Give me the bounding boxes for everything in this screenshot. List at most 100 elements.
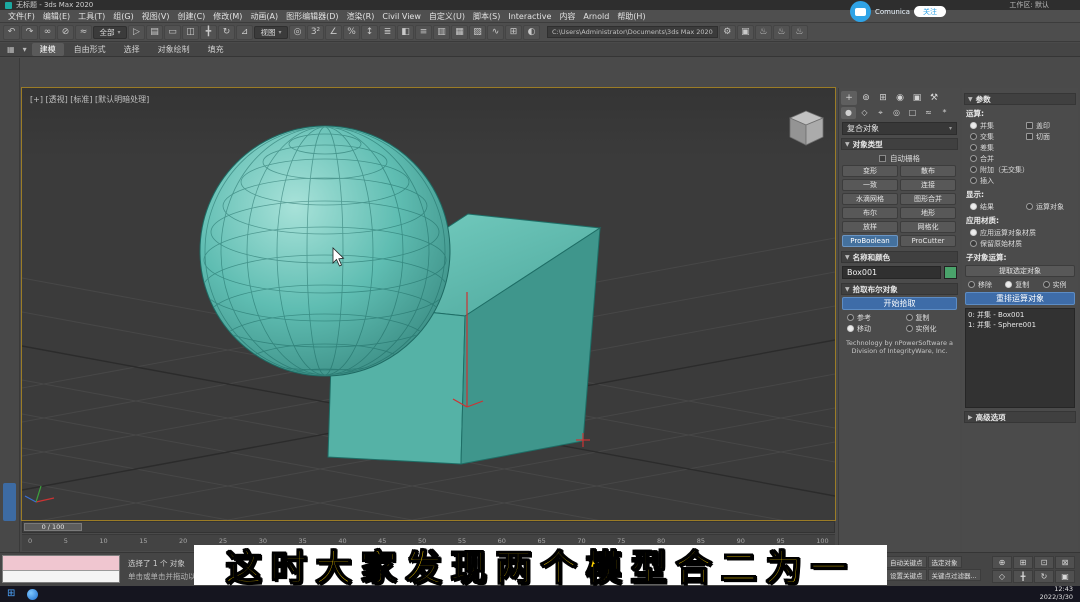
render-last-icon[interactable]: ♨ (790, 24, 808, 40)
cameras-category[interactable]: ◎ (889, 107, 904, 119)
set-key-button[interactable]: 设置关键点 (886, 569, 927, 581)
menu-item[interactable]: 帮助(H) (613, 11, 649, 22)
ribbon-caret-icon[interactable]: ▾ (20, 45, 30, 54)
ribbon-tab[interactable]: 选择 (116, 43, 148, 56)
object-type-button[interactable]: 变形 (842, 165, 898, 177)
material-mode-radio[interactable]: 应用运算对象材质 (964, 227, 1076, 238)
start-button-icon[interactable]: ⊞ (7, 589, 15, 599)
menu-item[interactable]: 视图(V) (138, 11, 174, 22)
system-clock[interactable]: 12:43 2022/3/30 (1040, 585, 1073, 602)
window-crossing-icon[interactable]: ◫ (182, 24, 199, 40)
select-and-rotate-icon[interactable]: ↻ (218, 24, 235, 40)
select-and-scale-icon[interactable]: ⊿ (236, 24, 253, 40)
object-type-button[interactable]: 地形 (900, 207, 956, 219)
rectangular-selection-icon[interactable]: ▭ (164, 24, 181, 40)
menu-item[interactable]: 创建(C) (173, 11, 209, 22)
viewport-canvas[interactable] (22, 88, 835, 520)
ribbon-tab[interactable]: 填充 (200, 43, 232, 56)
object-type-button[interactable]: 图形合并 (900, 193, 956, 205)
extract-mode-radio[interactable]: 移除 (964, 279, 1001, 290)
workspace-selector[interactable]: 工作区: 默认 (1009, 0, 1049, 10)
start-picking-button[interactable]: 开始拾取 (842, 297, 957, 310)
reference-coordinate-dropdown[interactable]: 视图 (254, 25, 288, 39)
zoom-all-icon[interactable]: ⊞ (1013, 556, 1033, 569)
select-by-name-icon[interactable]: ▤ (146, 24, 163, 40)
operation-radio[interactable]: 并集 (964, 120, 1020, 131)
schematic-view-icon[interactable]: ⊞ (505, 24, 522, 40)
time-slider[interactable]: 0 / 100 (22, 521, 835, 533)
render-frame-icon[interactable]: ▣ (736, 24, 754, 40)
viewport-label[interactable]: [+] [透视] [标准] [默认明暗处理] (30, 94, 149, 105)
extract-mode-radio[interactable]: 实例 (1039, 279, 1076, 290)
render-iterative-icon[interactable]: ♨ (772, 24, 790, 40)
key-filters-button[interactable]: 关键点过滤器... (927, 569, 981, 581)
operation-radio[interactable]: 交集 (964, 131, 1020, 142)
viewport-layout-tab[interactable] (3, 483, 16, 521)
operation-radio[interactable] (1020, 142, 1076, 153)
hierarchy-tab[interactable]: ⊞ (875, 91, 891, 105)
material-mode-radio[interactable]: 保留原始材质 (964, 238, 1076, 249)
object-type-button[interactable]: 网格化 (900, 221, 956, 233)
operation-radio[interactable]: 插入 (964, 175, 1076, 186)
render-setup-icon[interactable]: ⚙ (718, 24, 736, 40)
listener-script-row[interactable] (3, 570, 119, 582)
maximize-viewport-icon[interactable]: ▣ (1055, 570, 1075, 583)
extract-selected-button[interactable]: 提取选定对象 (965, 265, 1075, 277)
object-type-button[interactable]: ProCutter (900, 235, 956, 247)
clone-mode-radio[interactable]: 参考 (841, 312, 900, 323)
angle-snap-icon[interactable]: ∠ (325, 24, 342, 40)
zoom-icon[interactable]: ⊕ (992, 556, 1012, 569)
orbit-icon[interactable]: ↻ (1034, 570, 1054, 583)
utilities-tab[interactable]: ⚒ (926, 91, 942, 105)
menu-item[interactable]: 动画(A) (246, 11, 282, 22)
edit-selection-set-icon[interactable]: ≣ (379, 24, 396, 40)
menu-item[interactable]: 渲染(R) (343, 11, 379, 22)
clone-mode-radio[interactable]: 移动 (841, 323, 900, 334)
operand-list-item[interactable]: 1: 并集 - Sphere001 (968, 320, 1072, 330)
object-name-field[interactable]: Box001 (842, 266, 941, 279)
object-type-button[interactable]: 水滴网格 (842, 193, 898, 205)
scene-explorer-icon[interactable]: ▥ (433, 24, 450, 40)
object-type-button[interactable]: 一致 (842, 179, 898, 191)
follow-button[interactable]: 关注 (913, 6, 946, 17)
menu-item[interactable]: Civil View (378, 12, 425, 21)
motion-tab[interactable]: ◉ (892, 91, 908, 105)
fov-icon[interactable]: ◇ (992, 570, 1012, 583)
layer-manager-icon[interactable]: ▦ (451, 24, 468, 40)
helpers-category[interactable]: □ (905, 107, 920, 119)
menu-item[interactable]: 图形编辑器(D) (282, 11, 342, 22)
operation-radio[interactable]: 盖印 (1020, 120, 1076, 131)
spacewarps-category[interactable]: ≈ (921, 107, 936, 119)
display-mode-radio[interactable]: 结果 (964, 201, 1020, 212)
mirror-icon[interactable]: ◧ (397, 24, 414, 40)
snap-toggle-icon[interactable]: 3² (307, 24, 324, 40)
percent-snap-icon[interactable]: % (343, 24, 360, 40)
select-and-move-icon[interactable]: ╋ (200, 24, 217, 40)
ribbon-tab[interactable]: 自由形式 (66, 43, 114, 56)
autogrid-checkbox[interactable] (879, 154, 886, 162)
redo-icon[interactable]: ↷ (21, 24, 38, 40)
ribbon-tab[interactable]: 对象绘制 (150, 43, 198, 56)
undo-icon[interactable]: ↶ (3, 24, 20, 40)
menu-item[interactable]: 工具(T) (74, 11, 109, 22)
clone-mode-radio[interactable]: 实例化 (900, 323, 959, 334)
object-type-button[interactable]: 散布 (900, 165, 956, 177)
operand-listbox[interactable]: 0: 并集 - Box001 1: 并集 - Sphere001 (965, 308, 1075, 408)
unlink-icon[interactable]: ⊘ (57, 24, 74, 40)
pan-icon[interactable]: ╋ (1013, 570, 1033, 583)
align-icon[interactable]: ≡ (415, 24, 432, 40)
display-mode-radio[interactable]: 运算对象 (1020, 201, 1076, 212)
extract-mode-radio[interactable]: 复制 (1001, 279, 1038, 290)
menu-item[interactable]: Arnold (579, 12, 613, 21)
zoom-extents-all-icon[interactable]: ⊠ (1055, 556, 1075, 569)
ribbon-toggle-icon[interactable]: ▧ (469, 24, 486, 40)
project-folder-path[interactable]: C:\Users\Administrator\Documents\3ds Max… (547, 26, 718, 38)
menu-item[interactable]: 自定义(U) (425, 11, 469, 22)
menu-item[interactable]: 内容 (555, 11, 579, 22)
use-pivot-icon[interactable]: ◎ (289, 24, 306, 40)
operation-radio[interactable] (1020, 153, 1076, 164)
bind-to-spacewarp-icon[interactable]: ≈ (75, 24, 92, 40)
selection-filter-dropdown[interactable]: 全部 (93, 25, 127, 39)
render-production-icon[interactable]: ♨ (754, 24, 772, 40)
name-color-rollout[interactable]: ▼ 名称和颜色 (841, 251, 958, 263)
